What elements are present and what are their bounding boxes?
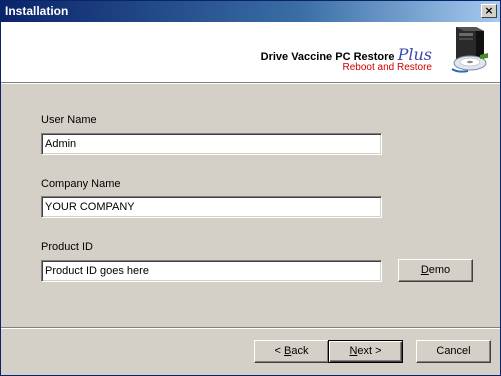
product-tagline: Reboot and Restore <box>342 62 432 73</box>
user-name-label: User Name <box>41 114 97 126</box>
product-id-label: Product ID <box>41 241 93 253</box>
close-button[interactable]: × <box>481 4 497 18</box>
pc-restore-logo <box>451 27 488 73</box>
company-name-field[interactable] <box>41 196 382 218</box>
back-label: ack <box>291 345 309 357</box>
footer-separator-highlight <box>1 328 500 329</box>
demo-mnemonic: D <box>420 264 429 276</box>
company-name-label: Company Name <box>41 178 121 190</box>
banner-divider <box>1 83 500 84</box>
cancel-button[interactable]: Cancel <box>416 340 491 363</box>
demo-label: emo <box>428 264 451 276</box>
next-label: ext > <box>357 345 382 357</box>
back-button[interactable]: < Back <box>254 340 329 363</box>
installation-dialog: Installation × Drive Vaccine PC Restore … <box>0 0 501 376</box>
title-bar[interactable]: Installation × <box>1 1 500 22</box>
close-icon: × <box>484 4 494 17</box>
window-title: Installation <box>5 4 69 18</box>
next-button[interactable]: Next > <box>328 340 403 363</box>
header-banner: Drive Vaccine PC Restore Plus Reboot and… <box>1 22 500 83</box>
back-prefix: < <box>274 345 284 357</box>
demo-button[interactable]: Demo <box>398 259 473 282</box>
product-id-field[interactable] <box>41 260 382 282</box>
user-name-field[interactable] <box>41 133 382 155</box>
